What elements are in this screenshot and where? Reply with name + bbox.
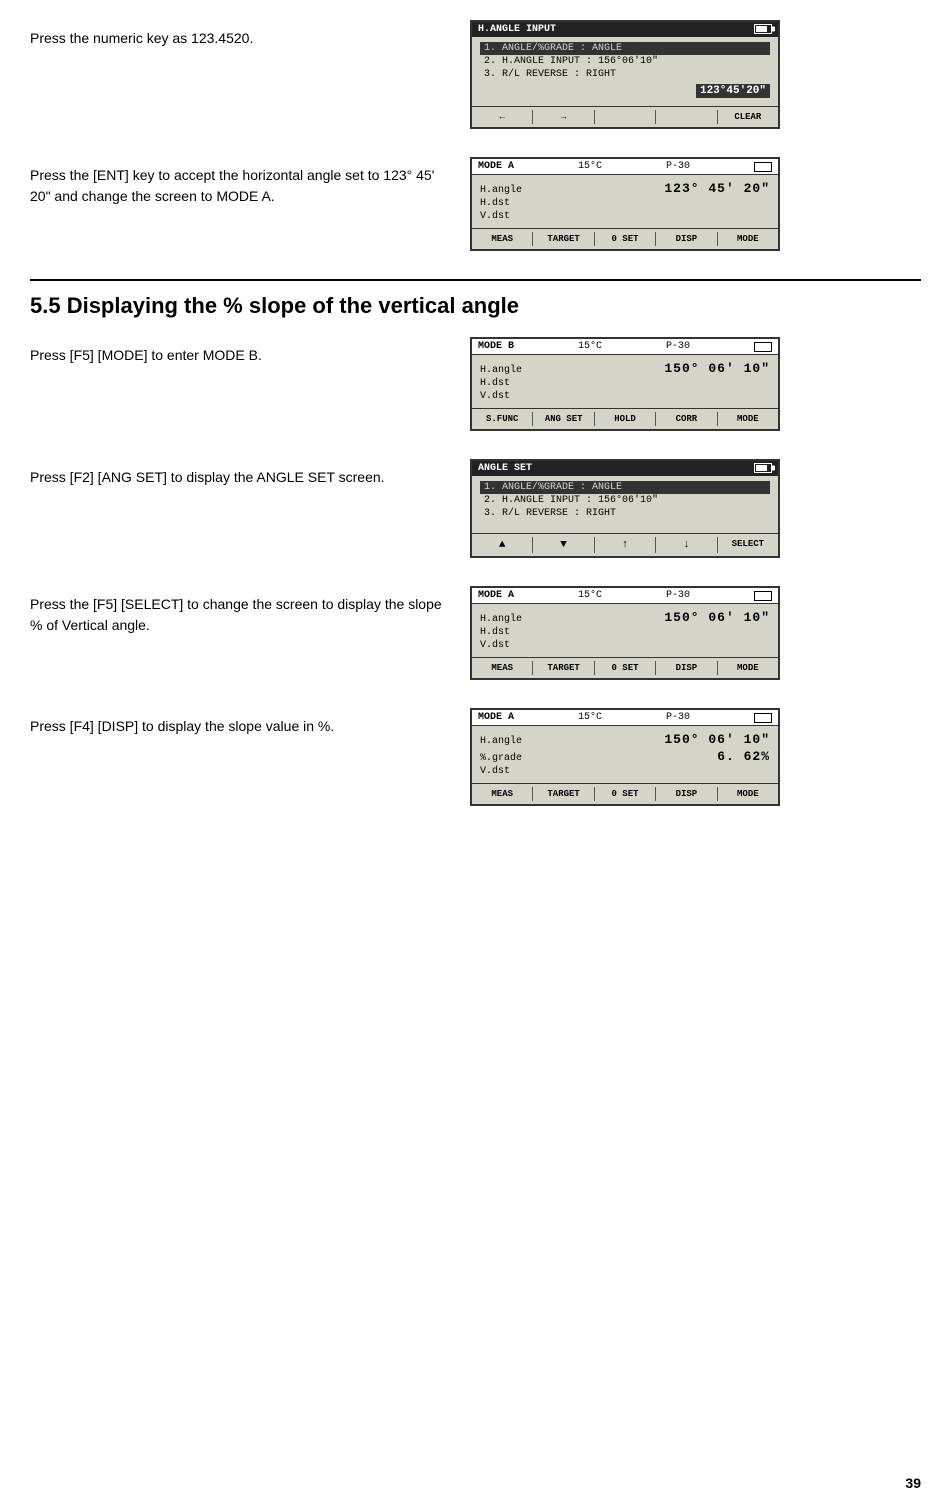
screen3-btn-corr[interactable]: CORR — [656, 412, 717, 426]
screen6-btn-target[interactable]: TARGET — [533, 787, 594, 801]
screen2-row1: H.angle 123° 45′ 20″ — [480, 180, 770, 197]
screen3-mode: MODE B — [478, 341, 514, 352]
screen-1: H.ANGLE INPUT 1. ANGLE/%GRADE : ANGLE 2.… — [470, 20, 780, 129]
screen3-row2: H.dst — [480, 377, 770, 390]
page-number: 39 — [905, 1475, 921, 1491]
screen4-item1: 1. ANGLE/%GRADE : ANGLE — [480, 481, 770, 494]
screen2-page: P-30 — [666, 161, 690, 172]
screen3-row1: H.angle 150° 06′ 10″ — [480, 360, 770, 377]
screen3-row3: V.dst — [480, 390, 770, 403]
screen4-btn-up-arr[interactable]: ↑ — [595, 537, 656, 553]
screen1-item1: 1. ANGLE/%GRADE : ANGLE — [480, 42, 770, 55]
screen3-battery — [754, 342, 772, 352]
screen1-input: 123°45'20" — [696, 84, 770, 98]
instruction-5: Press the [F5] [SELECT] to change the sc… — [30, 586, 450, 636]
screen2-row2: H.dst — [480, 197, 770, 210]
screen5-btn-meas[interactable]: MEAS — [472, 661, 533, 675]
screen-2: MODE A 15°C P-30 H.angle 123° 45′ 20″ H.… — [470, 157, 780, 251]
screen6-row1: H.angle 150° 06′ 10″ — [480, 731, 770, 748]
screen4-header: ANGLE SET — [472, 461, 778, 476]
instruction-3: Press [F5] [MODE] to enter MODE B. — [30, 337, 450, 366]
screen5-btn-0set[interactable]: 0 SET — [595, 661, 656, 675]
screen6-page: P-30 — [666, 712, 690, 723]
screen2-mode: MODE A — [478, 161, 514, 172]
screen3-footer: S.FUNC ANG SET HOLD CORR MODE — [472, 408, 778, 429]
instruction-4: Press [F2] [ANG SET] to display the ANGL… — [30, 459, 450, 488]
screen3-temp: 15°C — [578, 341, 602, 352]
screen5-footer: MEAS TARGET 0 SET DISP MODE — [472, 657, 778, 678]
screen5-row2: H.dst — [480, 626, 770, 639]
screen3-btn-angset[interactable]: ANG SET — [533, 412, 594, 426]
screen4-btn-select[interactable]: SELECT — [718, 537, 778, 553]
screen2-footer: MEAS TARGET 0 SET DISP MODE — [472, 228, 778, 249]
screen2-row3: V.dst — [480, 210, 770, 223]
section-heading: 5.5 Displaying the % slope of the vertic… — [30, 279, 921, 319]
screen5-mode: MODE A — [478, 590, 514, 601]
battery-icon — [754, 24, 772, 34]
screen6-btn-meas[interactable]: MEAS — [472, 787, 533, 801]
screen-4: ANGLE SET 1. ANGLE/%GRADE : ANGLE 2. H.A… — [470, 459, 780, 558]
screen4-battery — [754, 463, 772, 473]
screen6-row3: V.dst — [480, 765, 770, 778]
screen3-btn-hold[interactable]: HOLD — [595, 412, 656, 426]
screen1-btn-clear[interactable]: CLEAR — [718, 110, 778, 124]
screen1-btn-left[interactable]: ← — [472, 110, 533, 124]
screen5-btn-disp[interactable]: DISP — [656, 661, 717, 675]
screen4-btn-down-tri[interactable]: ▼ — [533, 537, 594, 553]
screen2-btn-meas[interactable]: MEAS — [472, 232, 533, 246]
screen6-mode: MODE A — [478, 712, 514, 723]
screen-6: MODE A 15°C P-30 H.angle 150° 06′ 10″ %.… — [470, 708, 780, 806]
screen6-btn-mode[interactable]: MODE — [718, 787, 778, 801]
screen1-item3: 3. R/L REVERSE : RIGHT — [480, 68, 770, 81]
screen5-row3: V.dst — [480, 639, 770, 652]
screen3-btn-sfunc[interactable]: S.FUNC — [472, 412, 533, 426]
screen4-item3: 3. R/L REVERSE : RIGHT — [480, 507, 770, 520]
screen6-row2: %.grade 6. 62% — [480, 748, 770, 765]
screen6-btn-disp[interactable]: DISP — [656, 787, 717, 801]
screen5-page: P-30 — [666, 590, 690, 601]
screen2-btn-mode[interactable]: MODE — [718, 232, 778, 246]
screen-5: MODE A 15°C P-30 H.angle 150° 06′ 10″ H.… — [470, 586, 780, 680]
screen2-btn-0set[interactable]: 0 SET — [595, 232, 656, 246]
screen5-btn-target[interactable]: TARGET — [533, 661, 594, 675]
screen1-btn-blank2 — [656, 110, 717, 124]
screen4-btn-down-arr[interactable]: ↓ — [656, 537, 717, 553]
screen4-footer: ▲ ▼ ↑ ↓ SELECT — [472, 533, 778, 556]
screen6-footer: MEAS TARGET 0 SET DISP MODE — [472, 783, 778, 804]
instruction-2: Press the [ENT] key to accept the horizo… — [30, 157, 450, 207]
screen1-btn-blank1 — [595, 110, 656, 124]
instruction-1: Press the numeric key as 123.4520. — [30, 20, 450, 49]
screen6-temp: 15°C — [578, 712, 602, 723]
screen-3: MODE B 15°C P-30 H.angle 150° 06′ 10″ H.… — [470, 337, 780, 431]
screen5-temp: 15°C — [578, 590, 602, 601]
screen1-btn-right[interactable]: → — [533, 110, 594, 124]
screen2-btn-disp[interactable]: DISP — [656, 232, 717, 246]
screen2-battery — [754, 162, 772, 172]
screen2-temp: 15°C — [578, 161, 602, 172]
screen5-btn-mode[interactable]: MODE — [718, 661, 778, 675]
screen4-btn-up-tri[interactable]: ▲ — [472, 537, 533, 553]
screen1-item2: 2. H.ANGLE INPUT : 156°06'10" — [480, 55, 770, 68]
instruction-6: Press [F4] [DISP] to display the slope v… — [30, 708, 450, 737]
screen3-btn-mode[interactable]: MODE — [718, 412, 778, 426]
screen2-btn-target[interactable]: TARGET — [533, 232, 594, 246]
screen5-battery — [754, 591, 772, 601]
screen1-header: H.ANGLE INPUT — [472, 22, 778, 37]
screen1-footer: ← → CLEAR — [472, 106, 778, 127]
screen5-row1: H.angle 150° 06′ 10″ — [480, 609, 770, 626]
screen4-item2: 2. H.ANGLE INPUT : 156°06'10" — [480, 494, 770, 507]
screen6-btn-0set[interactable]: 0 SET — [595, 787, 656, 801]
screen6-battery — [754, 713, 772, 723]
screen3-page: P-30 — [666, 341, 690, 352]
